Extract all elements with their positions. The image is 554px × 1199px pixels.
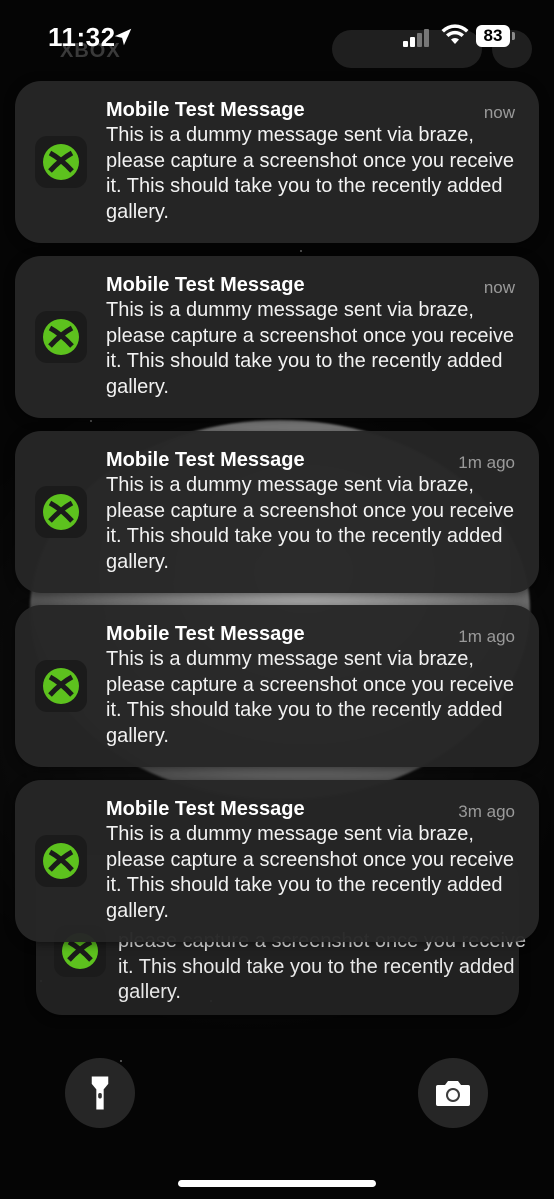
camera-button[interactable]: [418, 1058, 488, 1128]
flashlight-icon: [91, 1076, 109, 1110]
notification-title: Mobile Test Message: [106, 798, 305, 820]
xbox-icon: [35, 311, 87, 363]
notification-body: This is a dummy message sent via braze, …: [106, 299, 515, 398]
notification-time: 1m ago: [458, 453, 515, 472]
xbox-icon: [35, 660, 87, 712]
clock-time: 11:32: [48, 22, 116, 52]
notification-card[interactable]: Mobile Test Message now This is a dummy me…: [15, 81, 539, 243]
camera-icon: [436, 1081, 470, 1106]
notification-card[interactable]: Mobile Test Message 3m ago This is a dummy…: [15, 780, 539, 942]
notification-title: Mobile Test Message: [106, 449, 305, 471]
notification-time: now: [483, 103, 515, 122]
battery-indicator: 83: [476, 25, 510, 47]
notification-body: This is a dummy message sent via braze, …: [106, 124, 515, 223]
notification-body: This is a dummy message sent via braze, …: [106, 648, 515, 747]
notification-time: 3m ago: [458, 802, 515, 821]
notification-title: Mobile Test Message: [106, 274, 305, 296]
notification-body: This is a dummy message sent via braze, …: [106, 474, 515, 573]
xbox-icon: [35, 835, 87, 887]
location-arrow-icon: [114, 28, 132, 46]
notification-time: now: [483, 278, 515, 297]
home-indicator[interactable]: [178, 1180, 376, 1187]
xbox-icon: [35, 486, 87, 538]
notification-time: 1m ago: [458, 627, 515, 646]
notification-title: Mobile Test Message: [106, 623, 305, 645]
flashlight-button[interactable]: [65, 1058, 135, 1128]
notification-card[interactable]: Mobile Test Message 1m ago This is a dummy…: [15, 605, 539, 767]
wifi-icon: [441, 24, 469, 44]
notification-card[interactable]: Mobile Test Message now This is a dummy me…: [15, 256, 539, 418]
cellular-signal-icon: [403, 27, 433, 47]
status-bar: XBOX 11:32 83: [0, 0, 554, 70]
notification-body: This is a dummy message sent via braze, …: [106, 823, 515, 922]
xbox-icon: [35, 136, 87, 188]
battery-tip: [512, 32, 515, 40]
notification-card[interactable]: Mobile Test Message 1m ago This is a dummy…: [15, 431, 539, 593]
notification-title: Mobile Test Message: [106, 99, 305, 121]
